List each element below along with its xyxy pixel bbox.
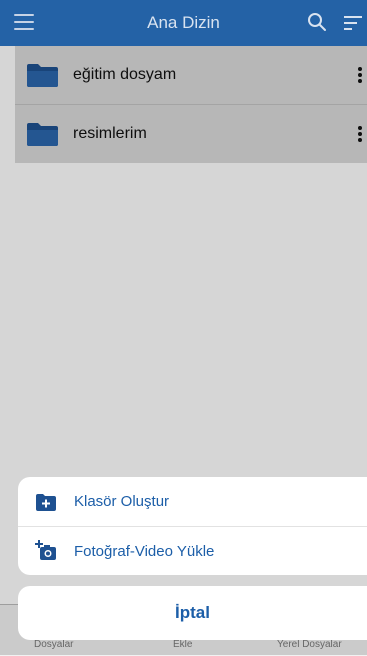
sort-icon[interactable]	[344, 15, 364, 31]
upload-photo-video-label: Fotoğraf-Video Yükle	[74, 542, 215, 560]
menu-icon[interactable]	[14, 14, 34, 30]
camera-plus-icon	[35, 540, 56, 560]
folder-plus-icon	[36, 493, 56, 511]
app-header: Ana Dizin	[0, 0, 367, 46]
page-title: Ana Dizin	[147, 13, 220, 32]
upload-photo-video-button[interactable]: Fotoğraf-Video Yükle	[18, 526, 367, 575]
cancel-button[interactable]: İptal	[18, 586, 367, 640]
action-sheet: Klasör Oluştur Fotoğraf-Video Yükle	[18, 477, 367, 575]
create-folder-label: Klasör Oluştur	[74, 493, 170, 510]
search-icon[interactable]	[307, 12, 327, 32]
create-folder-button[interactable]: Klasör Oluştur	[18, 477, 367, 526]
